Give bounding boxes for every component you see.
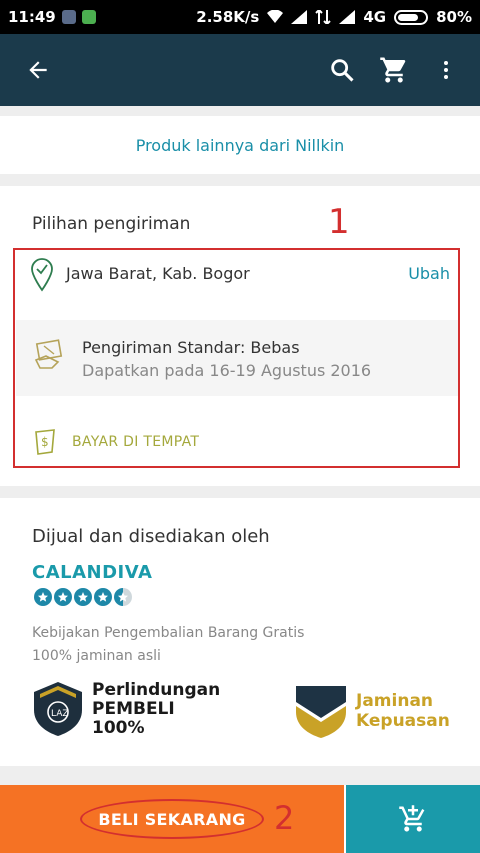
shipping-location-row: Jawa Barat, Kab. Bogor Ubah [30,258,450,314]
star-icon [54,588,72,606]
annotation-ellipse [80,799,264,839]
annotation-marker-2: 2 [274,799,295,837]
cash-on-delivery-label: BAYAR DI TEMPAT [72,434,200,450]
seller-rating [34,588,132,606]
svg-text:LAZ: LAZ [51,709,69,719]
standard-shipping-title: Pengiriman Standar: Bebas [82,338,300,357]
bottom-action-bar: BELI SEKARANG 2 [0,785,480,853]
app-notification-icon [81,10,96,24]
seller-name-link[interactable]: CALANDIVA [32,562,152,583]
change-location-link[interactable]: Ubah [408,264,450,283]
cart-icon [380,57,406,83]
more-products-link[interactable]: Produk lainnya dari Nillkin [136,136,345,155]
shipping-options-card: Pilihan pengiriman 1 Jawa Barat, Kab. Bo… [0,186,480,486]
data-transfer-icon [315,10,332,24]
annotation-marker-1: 1 [328,202,350,242]
shield-icon: LAZ [34,682,82,736]
network-type: 4G [363,8,387,26]
back-button[interactable] [14,46,62,94]
battery-level: 80% [436,8,472,26]
cart-button[interactable] [370,46,418,94]
return-policy-text: Kebijakan Pengembalian Barang Gratis [32,625,305,641]
standard-shipping-date: Dapatkan pada 16-19 Agustus 2016 [82,361,372,380]
buyer-protection-badge: LAZ Perlindungan PEMBELI 100% [32,680,220,738]
wifi-icon [267,10,284,23]
location-pin-icon [31,258,53,292]
satisfaction-line2: Kepuasan [356,711,450,731]
app-toolbar [0,34,480,106]
more-products-card: Produk lainnya dari Nillkin [0,116,480,174]
cash-on-delivery-row: $ BAYAR DI TEMPAT [32,428,199,456]
authenticity-text: 100% jaminan asli [32,648,161,664]
status-time: 11:49 [8,8,56,26]
search-button[interactable] [318,46,366,94]
notification-icon [61,10,76,24]
shipping-location: Jawa Barat, Kab. Bogor [66,264,250,283]
satisfaction-shield-icon [296,686,346,738]
seller-section-title: Dijual dan disediakan oleh [32,526,270,547]
more-options-button[interactable] [422,46,470,94]
network-speed: 2.58K/s [196,8,260,26]
star-half-icon [114,588,132,606]
satisfaction-guarantee-badge: Jaminan Kepuasan [294,682,450,740]
star-icon [34,588,52,606]
status-bar: 11:49 2.58K/s 4G 80% [0,0,480,34]
more-vert-icon [444,61,448,79]
add-to-cart-icon [399,805,425,832]
satisfaction-line1: Jaminan [356,691,434,711]
seller-card: Dijual dan disediakan oleh CALANDIVA Keb… [0,498,480,766]
signal-icon [291,10,308,24]
standard-shipping-row: Pengiriman Standar: Bebas Dapatkan pada … [16,320,458,396]
shipping-title: Pilihan pengiriman [32,214,191,234]
buyer-protection-line1: Perlindungan [92,679,221,700]
svg-text:$: $ [41,435,49,449]
add-to-cart-button[interactable] [344,785,480,853]
search-icon [331,59,354,82]
buyer-protection-line3: 100% [92,717,145,738]
cash-on-delivery-icon: $ [35,429,55,455]
buyer-protection-line2: PEMBELI [92,698,175,719]
buy-now-button[interactable]: BELI SEKARANG 2 [0,785,344,853]
back-arrow-icon [29,61,47,79]
star-icon [74,588,92,606]
star-icon [94,588,112,606]
battery-icon [394,9,429,25]
free-shipping-icon [34,339,63,369]
signal-icon-2 [339,10,356,24]
